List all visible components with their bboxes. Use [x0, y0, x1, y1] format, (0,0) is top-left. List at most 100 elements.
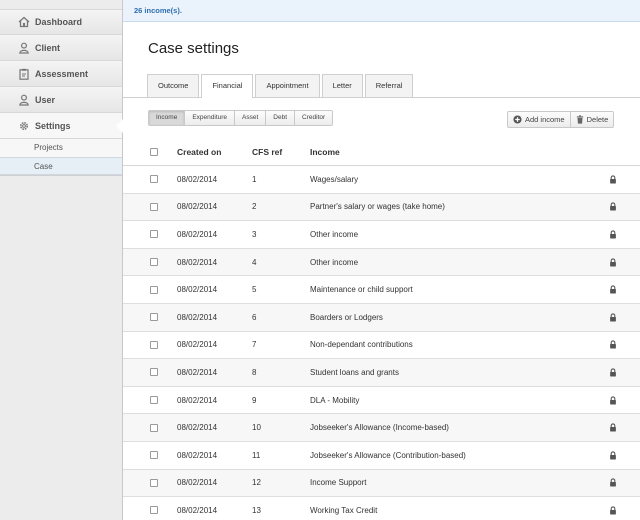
row-checkbox[interactable]: [150, 451, 158, 460]
segment-creditor[interactable]: Creditor: [295, 111, 333, 125]
table-row[interactable]: 08/02/2014 13 Working Tax Credit: [123, 497, 640, 520]
subnav-item-case[interactable]: Case: [0, 157, 122, 175]
sidebar-item-user[interactable]: User: [0, 87, 122, 113]
tab-appointment[interactable]: Appointment: [255, 74, 320, 97]
table-row[interactable]: 08/02/2014 10 Jobseeker's Allowance (Incom…: [123, 414, 640, 442]
user-icon: [18, 94, 30, 106]
cell-created-on: 08/02/2014: [177, 478, 218, 488]
cell-income: Student loans and grants: [310, 367, 399, 377]
sidebar-item-label: Client: [35, 42, 61, 53]
row-checkbox[interactable]: [150, 285, 158, 294]
add-income-label: Add income: [525, 115, 565, 124]
tab-referral[interactable]: Referral: [364, 74, 414, 97]
settings-subnav: Projects Case: [0, 139, 122, 176]
row-checkbox[interactable]: [150, 506, 158, 515]
sidebar-item-client[interactable]: Client: [0, 35, 122, 61]
cell-cfs-ref: 7: [252, 340, 257, 350]
tab-bar: Outcome Financial Appointment Letter Ref…: [147, 74, 415, 98]
user-icon: [18, 42, 30, 54]
cell-income: DLA - Mobility: [310, 395, 360, 405]
home-icon: [18, 16, 30, 28]
cell-created-on: 08/02/2014: [177, 312, 218, 322]
plus-circle-icon: [513, 115, 522, 124]
subnav-item-projects[interactable]: Projects: [0, 139, 122, 157]
row-select-cell: [123, 258, 177, 267]
main-content: 26 income(s). Case settings Outcome Fina…: [123, 0, 640, 520]
segment-expenditure[interactable]: Expenditure: [185, 111, 236, 125]
table-row[interactable]: 08/02/2014 3 Other income: [123, 221, 640, 249]
tab-letter[interactable]: Letter: [321, 74, 363, 97]
select-all-cell: [123, 147, 177, 156]
trash-icon: [576, 115, 584, 124]
table-row[interactable]: 08/02/2014 5 Maintenance or child support: [123, 276, 640, 304]
cell-cfs-ref: 8: [252, 367, 257, 377]
cell-income: Jobseeker's Allowance (Contribution-base…: [310, 450, 466, 460]
table-row[interactable]: 08/02/2014 12 Income Support: [123, 469, 640, 498]
add-income-button[interactable]: Add income: [507, 111, 571, 128]
lock-icon: [601, 395, 625, 405]
cell-cfs-ref: 6: [252, 312, 257, 322]
row-checkbox[interactable]: [150, 478, 158, 487]
cell-created-on: 08/02/2014: [177, 257, 218, 267]
row-select-cell: [123, 368, 177, 377]
row-checkbox[interactable]: [150, 423, 158, 432]
table-row[interactable]: 08/02/2014 11 Jobseeker's Allowance (Contr…: [123, 442, 640, 470]
row-select-cell: [123, 451, 177, 460]
table-row[interactable]: 08/02/2014 8 Student loans and grants: [123, 359, 640, 387]
lock-icon: [601, 202, 625, 211]
row-select-cell: [123, 175, 177, 184]
row-select-cell: [123, 230, 177, 239]
lock-icon: [601, 230, 625, 239]
sidebar-item-assessment[interactable]: Assessment: [0, 61, 122, 87]
cell-created-on: 08/02/2014: [177, 423, 218, 433]
segment-income[interactable]: Income: [149, 111, 186, 125]
table-row[interactable]: 08/02/2014 2 Partner's salary or wages (ta…: [123, 193, 640, 222]
tab-outcome[interactable]: Outcome: [147, 74, 200, 97]
sidebar-item-dashboard[interactable]: Dashboard: [0, 9, 122, 35]
cell-income: Income Support: [310, 478, 367, 488]
sidebar-item-settings[interactable]: Settings: [0, 113, 123, 139]
row-checkbox[interactable]: [150, 368, 158, 377]
lock-icon: [601, 451, 625, 460]
lock-icon: [601, 478, 625, 487]
cell-cfs-ref: 5: [252, 285, 257, 295]
row-select-cell: [123, 340, 177, 349]
column-header-income[interactable]: Income: [310, 147, 601, 157]
tab-financial[interactable]: Financial: [201, 74, 254, 98]
segment-asset[interactable]: Asset: [235, 111, 267, 125]
cell-cfs-ref: 11: [252, 450, 261, 460]
column-header-cfs-ref[interactable]: CFS ref: [252, 147, 310, 157]
cell-created-on: 08/02/2014: [177, 174, 218, 184]
delete-button[interactable]: Delete: [570, 111, 615, 128]
cell-income: Other income: [310, 257, 359, 267]
row-checkbox[interactable]: [150, 396, 158, 405]
lock-icon: [601, 285, 625, 294]
table-body: 08/02/2014 1 Wages/salary 08/02/2014 2 Partne…: [123, 166, 640, 520]
row-select-cell: [123, 478, 177, 487]
table-row[interactable]: 08/02/2014 4 Other income: [123, 248, 640, 277]
segment-debt[interactable]: Debt: [266, 111, 296, 125]
select-all-checkbox[interactable]: [150, 147, 158, 156]
column-header-created-on[interactable]: Created on: [177, 147, 252, 157]
row-checkbox[interactable]: [150, 340, 158, 349]
lock-icon: [601, 368, 625, 377]
table-row[interactable]: 08/02/2014 6 Boarders or Lodgers: [123, 303, 640, 332]
row-checkbox[interactable]: [150, 313, 158, 322]
cell-income: Boarders or Lodgers: [310, 312, 383, 322]
row-checkbox[interactable]: [150, 230, 158, 239]
cell-cfs-ref: 4: [252, 257, 257, 267]
sidebar-item-label: Dashboard: [35, 17, 83, 27]
cell-income: Wages/salary: [310, 174, 359, 184]
table-row[interactable]: 08/02/2014 9 DLA - Mobility: [123, 387, 640, 415]
row-select-cell: [123, 506, 177, 515]
table-row[interactable]: 08/02/2014 7 Non-dependant contributions: [123, 332, 640, 360]
lock-icon: [601, 506, 625, 515]
row-checkbox[interactable]: [150, 175, 158, 184]
row-checkbox[interactable]: [150, 258, 158, 267]
table-row[interactable]: 08/02/2014 1 Wages/salary: [123, 166, 640, 194]
row-checkbox[interactable]: [150, 202, 158, 211]
table-header: Created on CFS ref Income: [123, 138, 640, 166]
lock-icon: [601, 313, 625, 322]
cell-cfs-ref: 2: [252, 202, 257, 212]
sidebar-item-label: Settings: [35, 120, 71, 131]
